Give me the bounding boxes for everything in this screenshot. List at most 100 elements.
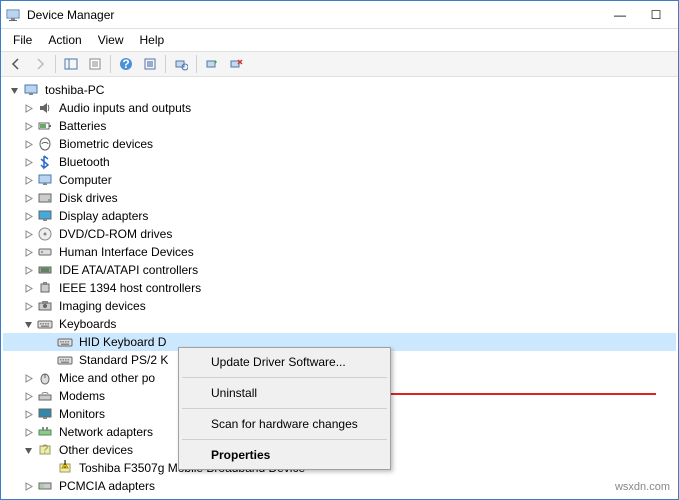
ctx-scan-hardware[interactable]: Scan for hardware changes bbox=[181, 412, 388, 436]
mouse-icon bbox=[37, 370, 53, 386]
ctx-update-driver[interactable]: Update Driver Software... bbox=[181, 350, 388, 374]
expand-icon[interactable] bbox=[21, 407, 35, 421]
scan-hardware-button[interactable] bbox=[170, 53, 192, 75]
app-icon bbox=[5, 7, 21, 23]
tree-node-label: Bluetooth bbox=[57, 155, 112, 169]
tree-node-label: IEEE 1394 host controllers bbox=[57, 281, 203, 295]
uninstall-button[interactable] bbox=[225, 53, 247, 75]
keyboard-icon bbox=[37, 316, 53, 332]
ieee-icon bbox=[37, 280, 53, 296]
tree-node-label: Monitors bbox=[57, 407, 107, 421]
tree-node[interactable]: DVD/CD-ROM drives bbox=[3, 225, 676, 243]
svg-text:?: ? bbox=[42, 442, 49, 456]
tree-node-label: Computer bbox=[57, 173, 114, 187]
collapse-icon[interactable] bbox=[21, 317, 35, 331]
expander-spacer bbox=[41, 461, 55, 475]
expand-icon[interactable] bbox=[21, 281, 35, 295]
expand-icon[interactable] bbox=[21, 389, 35, 403]
expand-icon[interactable] bbox=[21, 191, 35, 205]
expand-icon[interactable] bbox=[21, 119, 35, 133]
menu-action[interactable]: Action bbox=[40, 31, 89, 49]
context-menu: Update Driver Software... Uninstall Scan… bbox=[178, 347, 391, 470]
tree-node[interactable]: Human Interface Devices bbox=[3, 243, 676, 261]
collapse-icon[interactable] bbox=[7, 83, 21, 97]
tree-node-label: Keyboards bbox=[57, 317, 118, 331]
expand-icon[interactable] bbox=[21, 173, 35, 187]
tree-node-label: Disk drives bbox=[57, 191, 120, 205]
tree-root[interactable]: toshiba-PC bbox=[3, 81, 676, 99]
dvd-icon bbox=[37, 226, 53, 242]
tree-node-label: HID Keyboard D bbox=[77, 335, 168, 349]
expand-icon[interactable] bbox=[21, 209, 35, 223]
bluetooth-icon bbox=[37, 154, 53, 170]
properties-button[interactable] bbox=[84, 53, 106, 75]
toolbar-separator bbox=[165, 55, 166, 73]
disk-icon bbox=[37, 190, 53, 206]
expand-icon[interactable] bbox=[21, 245, 35, 259]
ide-icon bbox=[37, 262, 53, 278]
tree-node[interactable]: Biometric devices bbox=[3, 135, 676, 153]
watermark-text: wsxdn.com bbox=[615, 481, 670, 493]
update-driver-button[interactable] bbox=[201, 53, 223, 75]
tree-node-label: toshiba-PC bbox=[43, 83, 106, 97]
imaging-icon bbox=[37, 298, 53, 314]
battery-icon bbox=[37, 118, 53, 134]
toolbar-separator bbox=[55, 55, 56, 73]
tree-node-label: Audio inputs and outputs bbox=[57, 101, 193, 115]
svg-text:?: ? bbox=[122, 57, 129, 71]
show-hide-tree-button[interactable] bbox=[60, 53, 82, 75]
ctx-uninstall[interactable]: Uninstall bbox=[181, 381, 388, 405]
expand-icon[interactable] bbox=[21, 479, 35, 493]
keyboard-icon bbox=[57, 334, 73, 350]
expander-spacer bbox=[41, 353, 55, 367]
tree-node[interactable]: PCMCIA adapters bbox=[3, 477, 676, 495]
expand-icon[interactable] bbox=[21, 371, 35, 385]
expand-icon[interactable] bbox=[21, 137, 35, 151]
tree-node-keyboards[interactable]: Keyboards bbox=[3, 315, 676, 333]
menu-file[interactable]: File bbox=[5, 31, 40, 49]
monitor-icon bbox=[37, 406, 53, 422]
action-button[interactable] bbox=[139, 53, 161, 75]
tree-node-label: PCMCIA adapters bbox=[57, 479, 157, 493]
minimize-button[interactable]: — bbox=[602, 4, 638, 26]
modem-icon bbox=[37, 388, 53, 404]
tree-node[interactable]: Audio inputs and outputs bbox=[3, 99, 676, 117]
back-button[interactable] bbox=[5, 53, 27, 75]
tree-node[interactable]: Bluetooth bbox=[3, 153, 676, 171]
computer-icon bbox=[23, 82, 39, 98]
tree-node-label: Mice and other po bbox=[57, 371, 157, 385]
expand-icon[interactable] bbox=[21, 101, 35, 115]
forward-button[interactable] bbox=[29, 53, 51, 75]
keyboard-icon bbox=[57, 352, 73, 368]
maximize-button[interactable]: ☐ bbox=[638, 4, 674, 26]
other-icon: ? bbox=[37, 442, 53, 458]
expand-icon[interactable] bbox=[21, 227, 35, 241]
window-title: Device Manager bbox=[27, 8, 602, 22]
tree-node[interactable]: Imaging devices bbox=[3, 297, 676, 315]
tree-node-label: Other devices bbox=[57, 443, 135, 457]
menu-help[interactable]: Help bbox=[132, 31, 173, 49]
tree-node[interactable]: Batteries bbox=[3, 117, 676, 135]
expand-icon[interactable] bbox=[21, 425, 35, 439]
tree-node[interactable]: IEEE 1394 host controllers bbox=[3, 279, 676, 297]
warn-icon: ! bbox=[57, 460, 73, 476]
tree-node[interactable]: IDE ATA/ATAPI controllers bbox=[3, 261, 676, 279]
expand-icon[interactable] bbox=[21, 299, 35, 313]
toolbar-separator bbox=[196, 55, 197, 73]
help-button[interactable]: ? bbox=[115, 53, 137, 75]
tree-node-label: Display adapters bbox=[57, 209, 150, 223]
ctx-properties[interactable]: Properties bbox=[181, 443, 388, 467]
tree-node[interactable]: Disk drives bbox=[3, 189, 676, 207]
biometric-icon bbox=[37, 136, 53, 152]
expand-icon[interactable] bbox=[21, 155, 35, 169]
collapse-icon[interactable] bbox=[21, 443, 35, 457]
tree-node[interactable]: Display adapters bbox=[3, 207, 676, 225]
tree-node-label: IDE ATA/ATAPI controllers bbox=[57, 263, 200, 277]
menu-view[interactable]: View bbox=[90, 31, 132, 49]
expand-icon[interactable] bbox=[21, 263, 35, 277]
audio-icon bbox=[37, 100, 53, 116]
tree-node-label: Human Interface Devices bbox=[57, 245, 196, 259]
tree-node-label: Batteries bbox=[57, 119, 108, 133]
tree-node[interactable]: Computer bbox=[3, 171, 676, 189]
ctx-separator bbox=[182, 439, 387, 440]
